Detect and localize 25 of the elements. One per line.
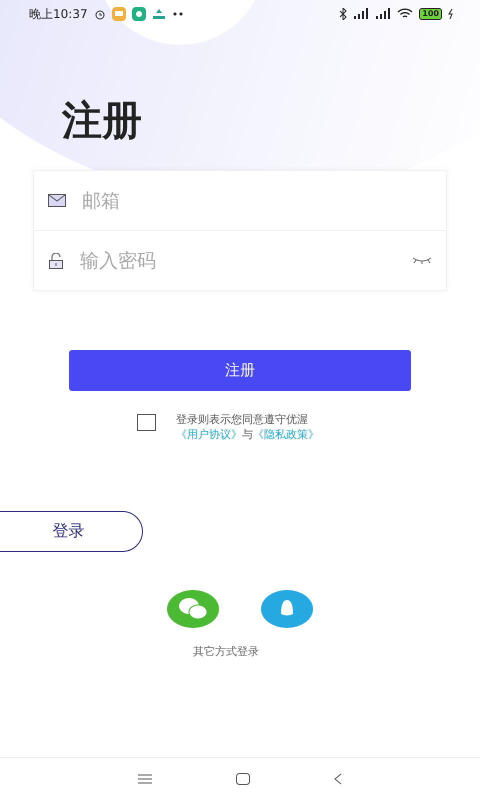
more-icon — [172, 12, 184, 16]
agreement-checkbox[interactable] — [137, 414, 156, 431]
email-field[interactable]: 邮箱 — [80, 188, 432, 212]
mail-icon — [48, 194, 66, 207]
eye-closed-icon[interactable] — [412, 256, 432, 264]
agreement-text: 登录则表示您同意遵守优渥 — [176, 412, 309, 427]
signal-icon — [375, 8, 392, 20]
back-icon[interactable] — [334, 773, 342, 785]
login-button[interactable]: 登录 — [0, 511, 143, 552]
alarm-icon — [94, 8, 106, 20]
password-field[interactable]: 输入密码 — [78, 248, 398, 272]
battery-level: 100 — [419, 8, 442, 20]
app-icon — [152, 8, 166, 20]
wifi-icon — [397, 8, 414, 20]
signal-icon — [353, 8, 370, 20]
menu-icon[interactable] — [138, 774, 152, 784]
charging-icon — [448, 9, 454, 19]
status-time: 晚上10:37 — [29, 6, 88, 22]
home-icon[interactable] — [236, 773, 250, 785]
register-button[interactable]: 注册 — [69, 350, 411, 391]
other-login-label: 其它方式登录 — [193, 644, 260, 659]
lock-icon — [48, 252, 64, 268]
agreement-joiner: 与 — [242, 427, 253, 442]
page-title: 注册 — [62, 97, 143, 146]
bluetooth-icon — [339, 8, 348, 20]
